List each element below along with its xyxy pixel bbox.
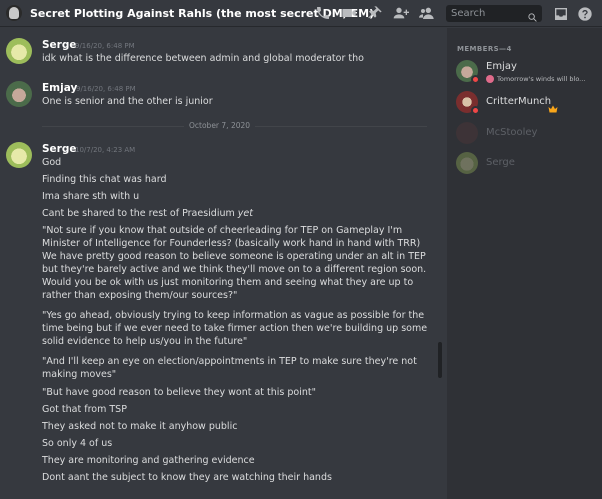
member-item[interactable]: Emjay Tomorrow's winds will blo...: [456, 60, 596, 86]
message-text: "But have good reason to believe they wo…: [42, 387, 316, 398]
message-text: "And I'll keep an eye on election/appoin…: [42, 356, 417, 367]
message-text: "Yes go ahead, obviously trying to keep …: [42, 310, 425, 321]
message-text: rather than exposing them/our sources?": [42, 290, 238, 301]
message-list[interactable]: Serge 9/16/20, 6:48 PM idk what is the d…: [0, 28, 438, 499]
member-name: Serge: [486, 157, 515, 168]
message-text: Ima share sth with u: [42, 191, 140, 202]
message-text: God: [42, 157, 62, 168]
message-timestamp: 9/16/20, 6:48 PM: [75, 42, 135, 50]
message-text: They asked not to make it anyhow public: [42, 421, 238, 432]
member-list-header: MEMBERS—4: [457, 45, 512, 53]
message-text: "Not sure if you know that outside of ch…: [42, 225, 403, 236]
avatar[interactable]: [6, 142, 32, 168]
message-text: One is senior and the other is junior: [42, 96, 213, 107]
member-name: McStooley: [486, 127, 538, 138]
crown-icon: [548, 98, 558, 113]
avatar: [456, 122, 478, 144]
member-item[interactable]: CritterMunch: [456, 91, 596, 117]
message-text: They are monitoring and gathering eviden…: [42, 455, 255, 466]
flower-emoji-icon: [486, 75, 494, 83]
message-text: solid evidence to help us/you in the fut…: [42, 336, 248, 347]
member-item[interactable]: Serge: [456, 152, 596, 178]
message-text: making moves": [42, 369, 117, 380]
avatar: [456, 152, 478, 174]
search-box[interactable]: [446, 5, 542, 22]
message-author[interactable]: Serge: [42, 39, 77, 51]
channel-header: Secret Plotting Against Rahls (the most …: [0, 0, 602, 27]
dnd-status-icon: [471, 106, 480, 115]
help-icon[interactable]: [576, 5, 594, 23]
pin-icon[interactable]: [366, 4, 384, 22]
video-icon[interactable]: [340, 4, 358, 22]
member-status-text: Tomorrow's winds will blo...: [497, 75, 586, 83]
date-divider-label: October 7, 2020: [184, 121, 256, 130]
message-text: So only 4 of us: [42, 438, 113, 449]
message-text: Finding this chat was hard: [42, 174, 167, 185]
message-text: time being but if we ever need to take f…: [42, 323, 428, 334]
member-custom-status: Tomorrow's winds will blo...: [486, 75, 585, 83]
message-text: Minister of Intelligence for Founderless…: [42, 238, 421, 249]
message-timestamp: 10/7/20, 4:23 AM: [75, 146, 136, 154]
message-text: Got that from TSP: [42, 404, 127, 415]
member-name: Emjay: [486, 61, 517, 72]
dnd-status-icon: [471, 75, 480, 84]
message-text: Dont aant the subject to know they are w…: [42, 472, 332, 483]
member-name: CritterMunch: [486, 96, 552, 107]
message-text: We have pretty good reason to believe so…: [42, 251, 426, 262]
avatar[interactable]: [6, 81, 32, 107]
chat-scrollbar[interactable]: [438, 342, 442, 378]
group-avatar-icon: [6, 5, 22, 21]
message-author[interactable]: Emjay: [42, 82, 77, 94]
members-icon[interactable]: [418, 4, 436, 22]
search-icon[interactable]: [527, 8, 538, 22]
message-text: Cant be shared to the rest of Praesidium…: [42, 208, 253, 219]
search-input[interactable]: [451, 8, 527, 19]
message-author[interactable]: Serge: [42, 143, 77, 155]
member-item[interactable]: McStooley: [456, 122, 596, 148]
message-text-italic: yet: [237, 208, 253, 219]
message-text: but they're barely active and we think t…: [42, 264, 427, 275]
message-text-plain: Cant be shared to the rest of Praesidium: [42, 208, 235, 219]
message-timestamp: 9/16/20, 6:48 PM: [76, 85, 136, 93]
add-member-icon[interactable]: [392, 4, 410, 22]
message-text: Would you be ok with us just monitoring …: [42, 277, 414, 288]
inbox-icon[interactable]: [552, 5, 570, 23]
avatar[interactable]: [6, 38, 32, 64]
message-text: idk what is the difference between admin…: [42, 53, 364, 64]
member-list: MEMBERS—4 Emjay Tomorrow's winds will bl…: [447, 28, 602, 499]
phone-icon[interactable]: [314, 4, 332, 22]
